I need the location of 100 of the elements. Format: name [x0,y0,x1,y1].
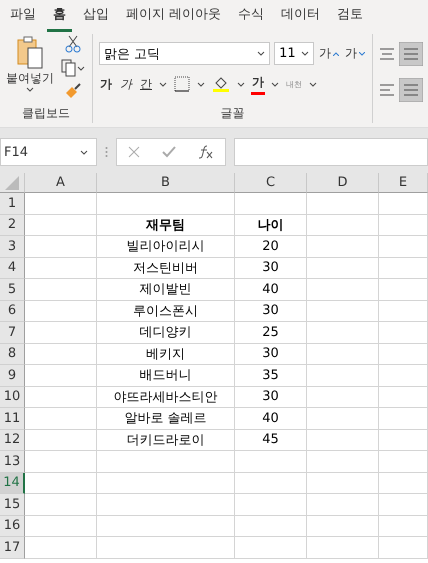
table-cell[interactable] [307,451,379,472]
table-cell[interactable] [379,365,428,386]
table-cell[interactable] [307,516,379,537]
table-cell[interactable] [379,344,428,365]
column-header[interactable]: E [379,173,428,193]
check-icon[interactable] [162,146,176,158]
table-cell[interactable] [307,408,379,430]
table-cell[interactable]: 25 [235,322,307,344]
row-header[interactable]: 15 [0,494,25,516]
table-cell[interactable] [307,193,379,214]
table-cell[interactable] [235,451,307,472]
table-cell[interactable] [379,258,428,279]
row-header[interactable]: 17 [0,537,25,558]
row-header[interactable]: 8 [0,344,25,365]
table-cell[interactable] [25,386,97,408]
table-cell[interactable] [379,494,428,516]
table-cell[interactable] [25,365,97,386]
table-cell[interactable] [25,516,97,537]
row-header[interactable]: 2 [0,214,25,236]
copy-icon[interactable] [60,58,86,78]
table-cell[interactable]: 알바로 솔레르 [97,408,235,430]
table-cell[interactable]: 45 [235,430,307,451]
table-cell[interactable] [307,258,379,279]
row-header[interactable]: 13 [0,451,25,472]
table-cell[interactable] [307,537,379,558]
table-cell[interactable] [307,300,379,322]
font-color-button[interactable]: 가 [251,73,265,95]
table-cell[interactable] [235,472,307,494]
table-cell[interactable] [379,516,428,537]
table-cell[interactable] [379,537,428,558]
table-cell[interactable] [235,537,307,558]
table-cell[interactable]: 40 [235,408,307,430]
table-cell[interactable] [307,365,379,386]
table-cell[interactable] [25,236,97,258]
row-header[interactable]: 16 [0,516,25,537]
table-cell[interactable] [379,279,428,300]
table-cell[interactable] [379,300,428,322]
row-header[interactable]: 1 [0,193,25,214]
table-cell[interactable]: 베키지 [97,344,235,365]
borders-icon[interactable] [173,75,191,93]
table-cell[interactable] [25,300,97,322]
table-cell[interactable] [25,472,97,494]
table-cell[interactable]: 20 [235,236,307,258]
table-cell[interactable] [379,430,428,451]
table-cell[interactable] [97,537,235,558]
close-icon[interactable] [128,146,140,158]
table-cell[interactable] [307,430,379,451]
table-cell[interactable]: 더키드라로이 [97,430,235,451]
table-cell[interactable] [25,537,97,558]
table-cell[interactable] [379,472,428,494]
row-header[interactable]: 14 [0,472,25,494]
table-cell[interactable]: 빌리아이리시 [97,236,235,258]
italic-button[interactable]: 가 [119,74,133,94]
table-cell[interactable] [307,494,379,516]
table-cell[interactable]: 데디양키 [97,322,235,344]
row-header[interactable]: 9 [0,365,25,386]
select-all-button[interactable] [0,173,25,193]
name-box[interactable]: F14 [0,138,97,166]
row-header[interactable]: 5 [0,279,25,300]
column-header[interactable]: D [307,173,379,193]
table-cell[interactable]: 제이발빈 [97,279,235,300]
align-top-icon[interactable] [379,47,395,61]
table-cell[interactable] [307,214,379,236]
table-cell[interactable]: 40 [235,279,307,300]
table-cell[interactable] [25,279,97,300]
table-cell[interactable] [25,258,97,279]
table-cell[interactable] [379,322,428,344]
align-left-icon[interactable] [379,83,395,97]
table-cell[interactable] [25,451,97,472]
font-name-dropdown[interactable]: 맑은 고딕 [99,42,270,65]
ribbon-tab[interactable]: 검토 [331,0,370,32]
column-header[interactable]: B [97,173,235,193]
table-cell[interactable]: 35 [235,365,307,386]
table-cell[interactable]: 30 [235,258,307,279]
underline-button[interactable]: 간 [139,74,153,94]
table-cell[interactable]: 재무팀 [97,214,235,236]
row-header[interactable]: 4 [0,258,25,279]
table-cell[interactable]: 루이스폰시 [97,300,235,322]
table-cell[interactable] [25,322,97,344]
font-size-dropdown[interactable]: 11 [274,42,314,65]
row-header[interactable]: 7 [0,322,25,344]
table-cell[interactable]: 30 [235,344,307,365]
table-cell[interactable] [307,322,379,344]
table-cell[interactable] [25,193,97,214]
table-cell[interactable] [97,516,235,537]
ribbon-tab[interactable]: 데이터 [275,0,326,32]
table-cell[interactable] [307,236,379,258]
table-cell[interactable]: 나이 [235,214,307,236]
column-header[interactable]: A [25,173,97,193]
table-cell[interactable] [25,494,97,516]
table-cell[interactable]: 배드버니 [97,365,235,386]
grow-font-button[interactable]: 가 [318,44,340,63]
align-middle-icon[interactable] [399,42,423,66]
table-cell[interactable] [307,386,379,408]
table-cell[interactable]: 30 [235,386,307,408]
ribbon-tab[interactable]: 수식 [232,0,270,32]
table-cell[interactable] [307,344,379,365]
table-cell[interactable] [379,236,428,258]
table-cell[interactable] [379,214,428,236]
column-header[interactable]: C [235,173,307,193]
